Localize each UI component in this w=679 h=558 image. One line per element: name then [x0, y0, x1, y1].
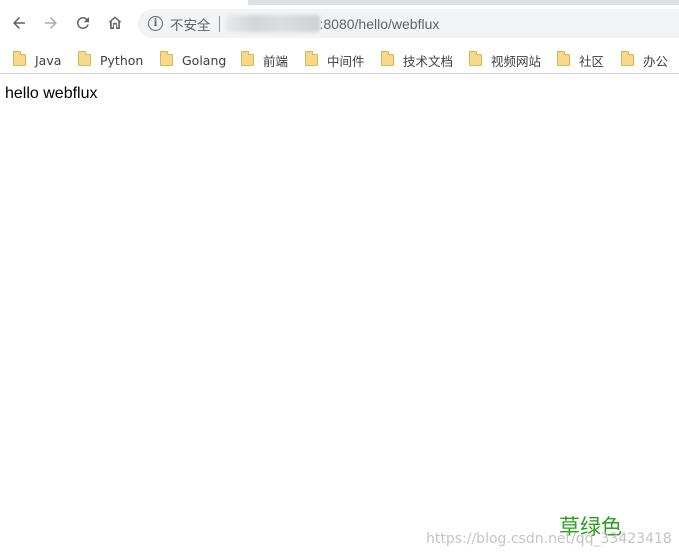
bookmark-community[interactable]: 社区: [557, 50, 604, 70]
home-icon: [108, 16, 122, 29]
reload-button[interactable]: [70, 10, 96, 36]
bookmark-office[interactable]: 办公: [621, 50, 668, 70]
folder-icon: [305, 51, 318, 66]
folder-icon: [469, 51, 482, 66]
bookmark-label: 中间件: [327, 53, 365, 69]
folder-icon: [160, 51, 173, 66]
folder-icon: [381, 51, 394, 66]
bookmark-frontend[interactable]: 前端: [241, 50, 288, 70]
bookmark-middleware[interactable]: 中间件: [305, 50, 365, 70]
browser-toolbar: i 不安全 :8080/hello/webflux: [0, 0, 679, 46]
bookmark-label: Java: [35, 52, 62, 68]
arrow-left-icon: [13, 17, 25, 29]
folder-icon: [13, 51, 26, 66]
bookmark-java[interactable]: Java: [13, 50, 61, 70]
bookmark-label: 办公: [643, 53, 669, 69]
info-icon[interactable]: i: [148, 16, 163, 31]
response-text: hello webflux: [5, 85, 98, 102]
bookmark-label: 社区: [579, 53, 605, 69]
reload-icon: [76, 16, 89, 29]
folder-icon: [557, 51, 570, 66]
back-button[interactable]: [6, 10, 32, 36]
blurred-host: [225, 15, 320, 32]
forward-button[interactable]: [38, 10, 64, 36]
bookmark-label: Golang: [182, 52, 227, 68]
bookmark-video-sites[interactable]: 视频网站: [469, 50, 541, 70]
address-bar[interactable]: i 不安全 :8080/hello/webflux: [138, 9, 679, 38]
bookmark-label: 前端: [263, 53, 289, 69]
bookmark-label: 视频网站: [491, 53, 542, 69]
folder-icon: [241, 51, 254, 66]
bookmark-label: Python: [100, 52, 144, 68]
bookmark-python[interactable]: Python: [78, 50, 143, 70]
url-text[interactable]: :8080/hello/webflux: [320, 16, 440, 32]
security-status-label[interactable]: 不安全: [170, 14, 211, 34]
watermark-url: https://blog.csdn.net/qq_33423418: [426, 531, 672, 547]
bookmark-golang[interactable]: Golang: [160, 50, 226, 70]
arrow-right-icon: [45, 17, 57, 29]
omnibox-divider: [218, 15, 220, 32]
browser-window: i 不安全 :8080/hello/webflux Java Python Go…: [0, 0, 679, 558]
folder-icon: [621, 51, 634, 66]
home-button[interactable]: [102, 10, 128, 36]
page-content: hello webflux 草绿色 https://blog.csdn.net/…: [0, 75, 679, 558]
folder-icon: [78, 51, 91, 66]
tab-strip-edge: [248, 0, 679, 5]
bookmark-tech-docs[interactable]: 技术文档: [381, 50, 453, 70]
bookmarks-bar: Java Python Golang 前端 中间件 技术文档 视频网站 社区 办…: [0, 46, 679, 74]
bookmark-label: 技术文档: [403, 53, 454, 69]
